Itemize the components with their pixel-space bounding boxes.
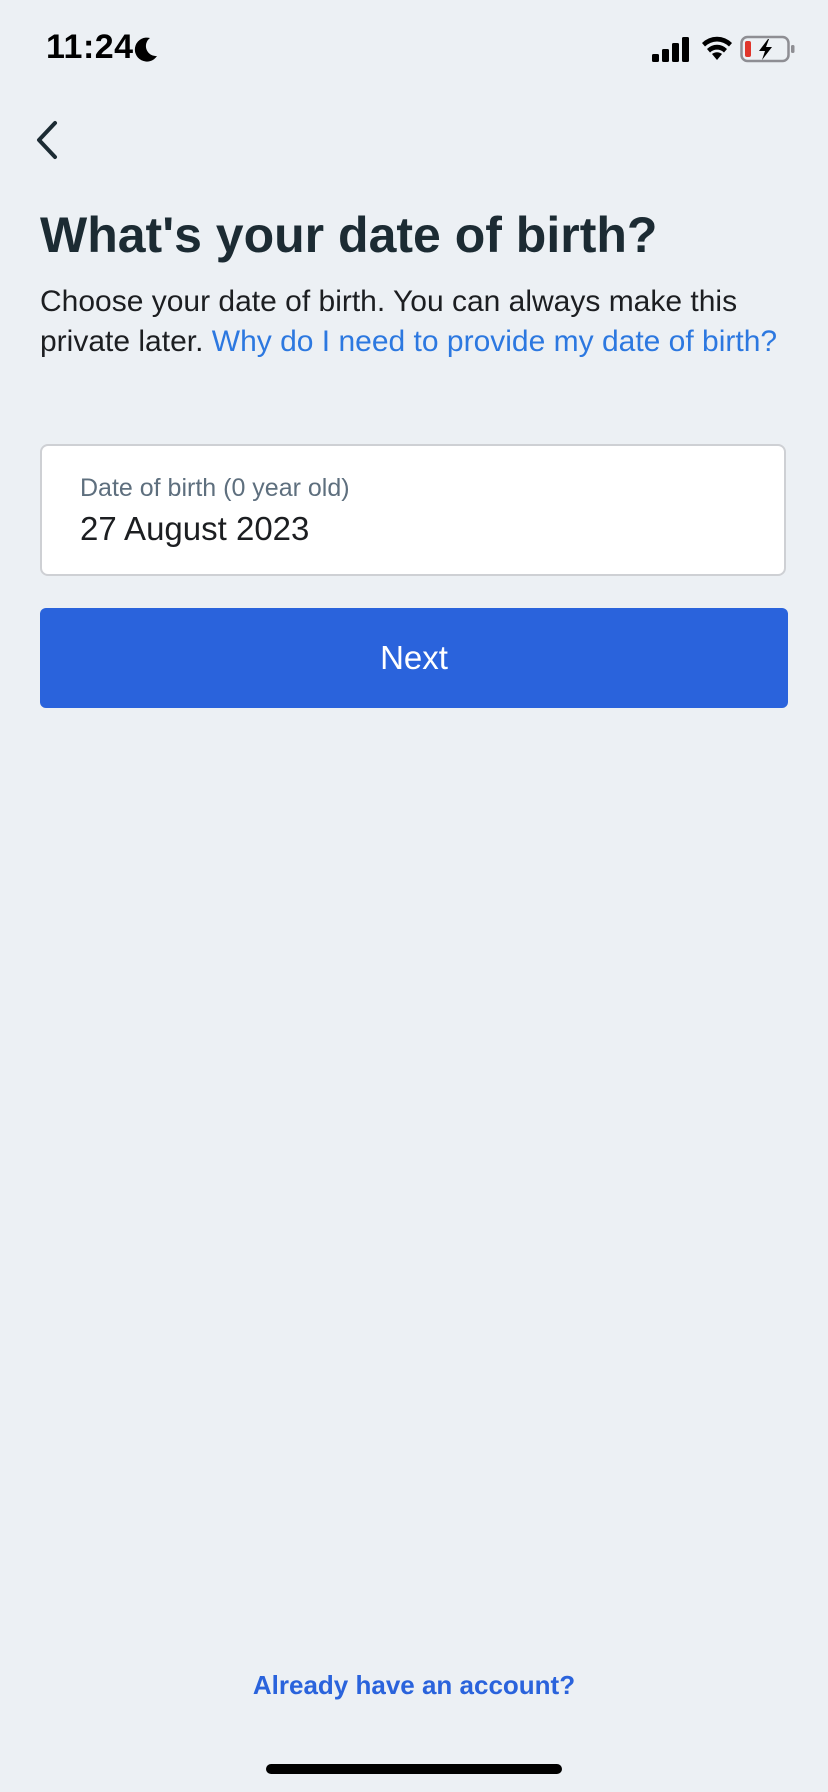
back-button[interactable] — [18, 110, 78, 170]
wifi-icon — [702, 36, 732, 60]
next-button[interactable]: Next — [40, 608, 788, 708]
already-have-account-link[interactable]: Already have an account? — [0, 1670, 828, 1701]
chevron-left-icon — [37, 121, 57, 159]
date-of-birth-field[interactable]: Date of birth (0 year old) 27 August 202… — [40, 444, 786, 576]
status-time: 11:24 — [46, 28, 134, 66]
page-description: Choose your date of birth. You can alway… — [40, 282, 780, 362]
dob-help-link[interactable]: Why do I need to provide my date of birt… — [212, 325, 777, 358]
date-of-birth-label: Date of birth (0 year old) — [80, 474, 350, 502]
home-indicator[interactable] — [266, 1764, 562, 1774]
page-title: What's your date of birth? — [40, 207, 658, 263]
cellular-signal-icon — [652, 37, 689, 62]
date-of-birth-value: 27 August 2023 — [80, 510, 310, 547]
battery-charging-icon — [740, 35, 795, 63]
moon-icon — [134, 37, 157, 62]
status-bar: 11:24 — [0, 0, 828, 100]
